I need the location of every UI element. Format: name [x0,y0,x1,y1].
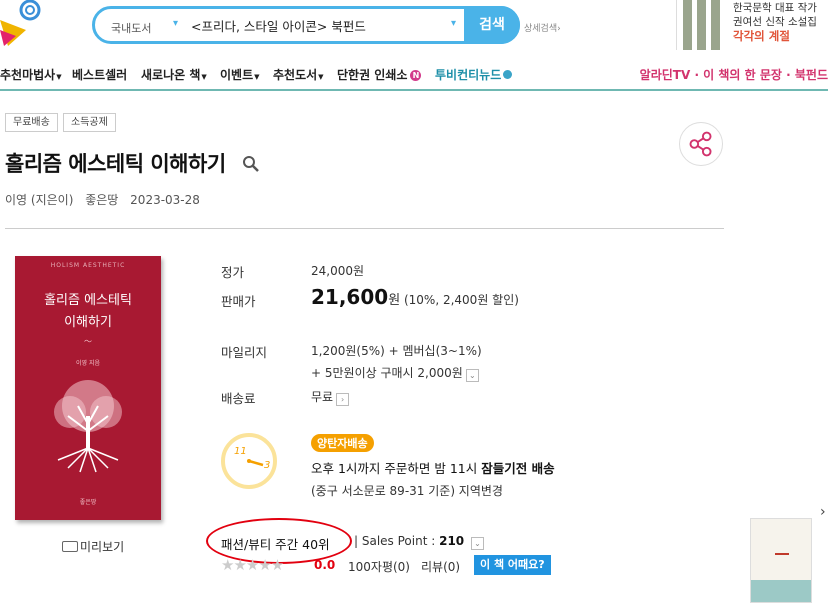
chevron-right-icon[interactable]: › [336,393,350,406]
mileage-label: 마일리지 [221,345,268,360]
chevron-right-icon[interactable]: › [820,504,826,520]
nav-divider [0,89,828,91]
divider [5,228,724,229]
rating-score: 0.0 [314,558,336,572]
discount-note: (10%, 2,400원 할인) [403,293,519,307]
book-title: 홀리즘 에스테틱 이해하기 [5,152,226,176]
cover-author: 이영 지음 [76,360,100,367]
tag-tax-deduction: 소득공제 [63,113,116,132]
carpet-delivery-badge: 양탄자배송 [311,434,374,452]
chevron-down-icon[interactable]: ⌄ [470,537,484,550]
list-price-label: 정가 [221,265,245,280]
book-icon [62,541,78,552]
shipping-value: 무료 › [311,388,350,406]
nav-item-events[interactable]: 이벤트▼ [220,66,260,83]
short-review-link[interactable]: 100자평(0) [348,558,410,575]
rating-stars-icon: ★★★★★ [221,556,284,574]
chevron-down-icon[interactable]: ▾ [173,18,178,29]
nav-item-new-books[interactable]: 새로나온 책▼ [141,66,207,83]
side-banner[interactable] [750,518,812,603]
nav-item-tobecontinued[interactable]: 투비컨티뉴드 [435,66,513,83]
how-is-book-button[interactable]: 이 책 어때요? [474,555,551,575]
nav-right-links[interactable]: 알라딘TV · 이 책의 한 문장 · 북펀드 [640,66,828,83]
book-meta: 이영 (지은이) 좋은땅 2023-03-28 [5,191,208,208]
mileage-value: 1,200원(5%) + 멤버십(3~1%) [311,344,482,358]
cover-wave: ～ [84,337,92,346]
book-cover[interactable]: HOLISM AESTHETIC 홀리즘 에스테틱 이해하기 ～ 이영 지음 좋… [15,256,161,520]
search-icon[interactable] [242,155,260,173]
sales-point: | Sales Point : 210 ⌄ [354,534,484,550]
dots-icon [503,70,513,79]
search-bar: 국내도서 ▾ ▾ 검색 [92,6,520,44]
delivery-address[interactable]: (중구 서소문로 89-31 기준) 지역변경 [311,482,503,499]
svg-text:3: 3 [264,460,270,471]
shipping-label: 배송료 [221,391,256,406]
advanced-search-link[interactable]: 상세검색› [524,21,561,34]
cover-top-text: HOLISM AESTHETIC [50,262,126,269]
cover-publisher: 좋은땅 [79,499,97,506]
nav-item-single-print[interactable]: 단한권 인쇄소 N [337,66,422,83]
publish-date: 2023-03-28 [130,193,200,207]
svg-text:11: 11 [234,446,247,457]
main-nav: 추천마법사▼ 베스트셀러 새로나온 책▼ 이벤트▼ 추천도서▼ 단한권 인쇄소 N… [0,62,828,88]
sale-price: 21,600원 (10%, 2,400원 할인) [311,285,519,309]
aladin-logo[interactable] [0,0,44,48]
share-icon[interactable] [679,122,723,166]
nav-item-recommended[interactable]: 추천도서▼ [273,66,324,83]
promo-banner[interactable]: 한국문학 대표 작가 권여선 신작 소설집 각각의 계절 [733,1,817,43]
cover-title: 홀리즘 에스테틱 이해하기 [15,290,161,334]
author-link[interactable]: 이영 (지은이) [5,193,73,207]
promo-line-2: 권여선 신작 소설집 [733,16,817,28]
review-link[interactable]: 리뷰(0) [421,558,460,575]
mileage-extra: + 5만원이상 구매시 2,000원 ⌄ [311,364,479,382]
dropdown-arrow-icon[interactable]: ▾ [451,18,456,29]
sale-price-label: 판매가 [221,294,256,309]
search-category[interactable]: 국내도서 [111,20,151,36]
nav-item-recommend-wizard[interactable]: 추천마법사▼ [0,66,62,83]
clock-icon: 11 3 [221,433,277,489]
publisher-link[interactable]: 좋은땅 [85,193,118,207]
cover-title-line-2: 이해하기 [64,315,112,330]
list-price-value: 24,000원 [311,264,365,278]
preview-button[interactable]: 미리보기 [62,538,124,555]
tree-illustration [54,380,122,473]
new-badge-icon: N [410,70,422,81]
nav-item-bestseller[interactable]: 베스트셀러 [72,66,127,83]
tag-free-shipping: 무료배송 [5,113,58,132]
search-button[interactable]: 검색 [464,6,520,44]
search-input[interactable] [191,14,461,36]
sale-price-value: 21,600 [311,285,389,309]
promo-line-1: 한국문학 대표 작가 [733,2,817,14]
delivery-info: 오후 1시까지 주문하면 밤 11시 잠들기전 배송 [311,461,555,476]
promo-line-3: 각각의 계절 [733,29,790,43]
chevron-down-icon[interactable]: ⌄ [465,369,479,382]
cover-title-line-1: 홀리즘 에스테틱 [44,293,132,308]
promo-image[interactable] [676,0,726,50]
